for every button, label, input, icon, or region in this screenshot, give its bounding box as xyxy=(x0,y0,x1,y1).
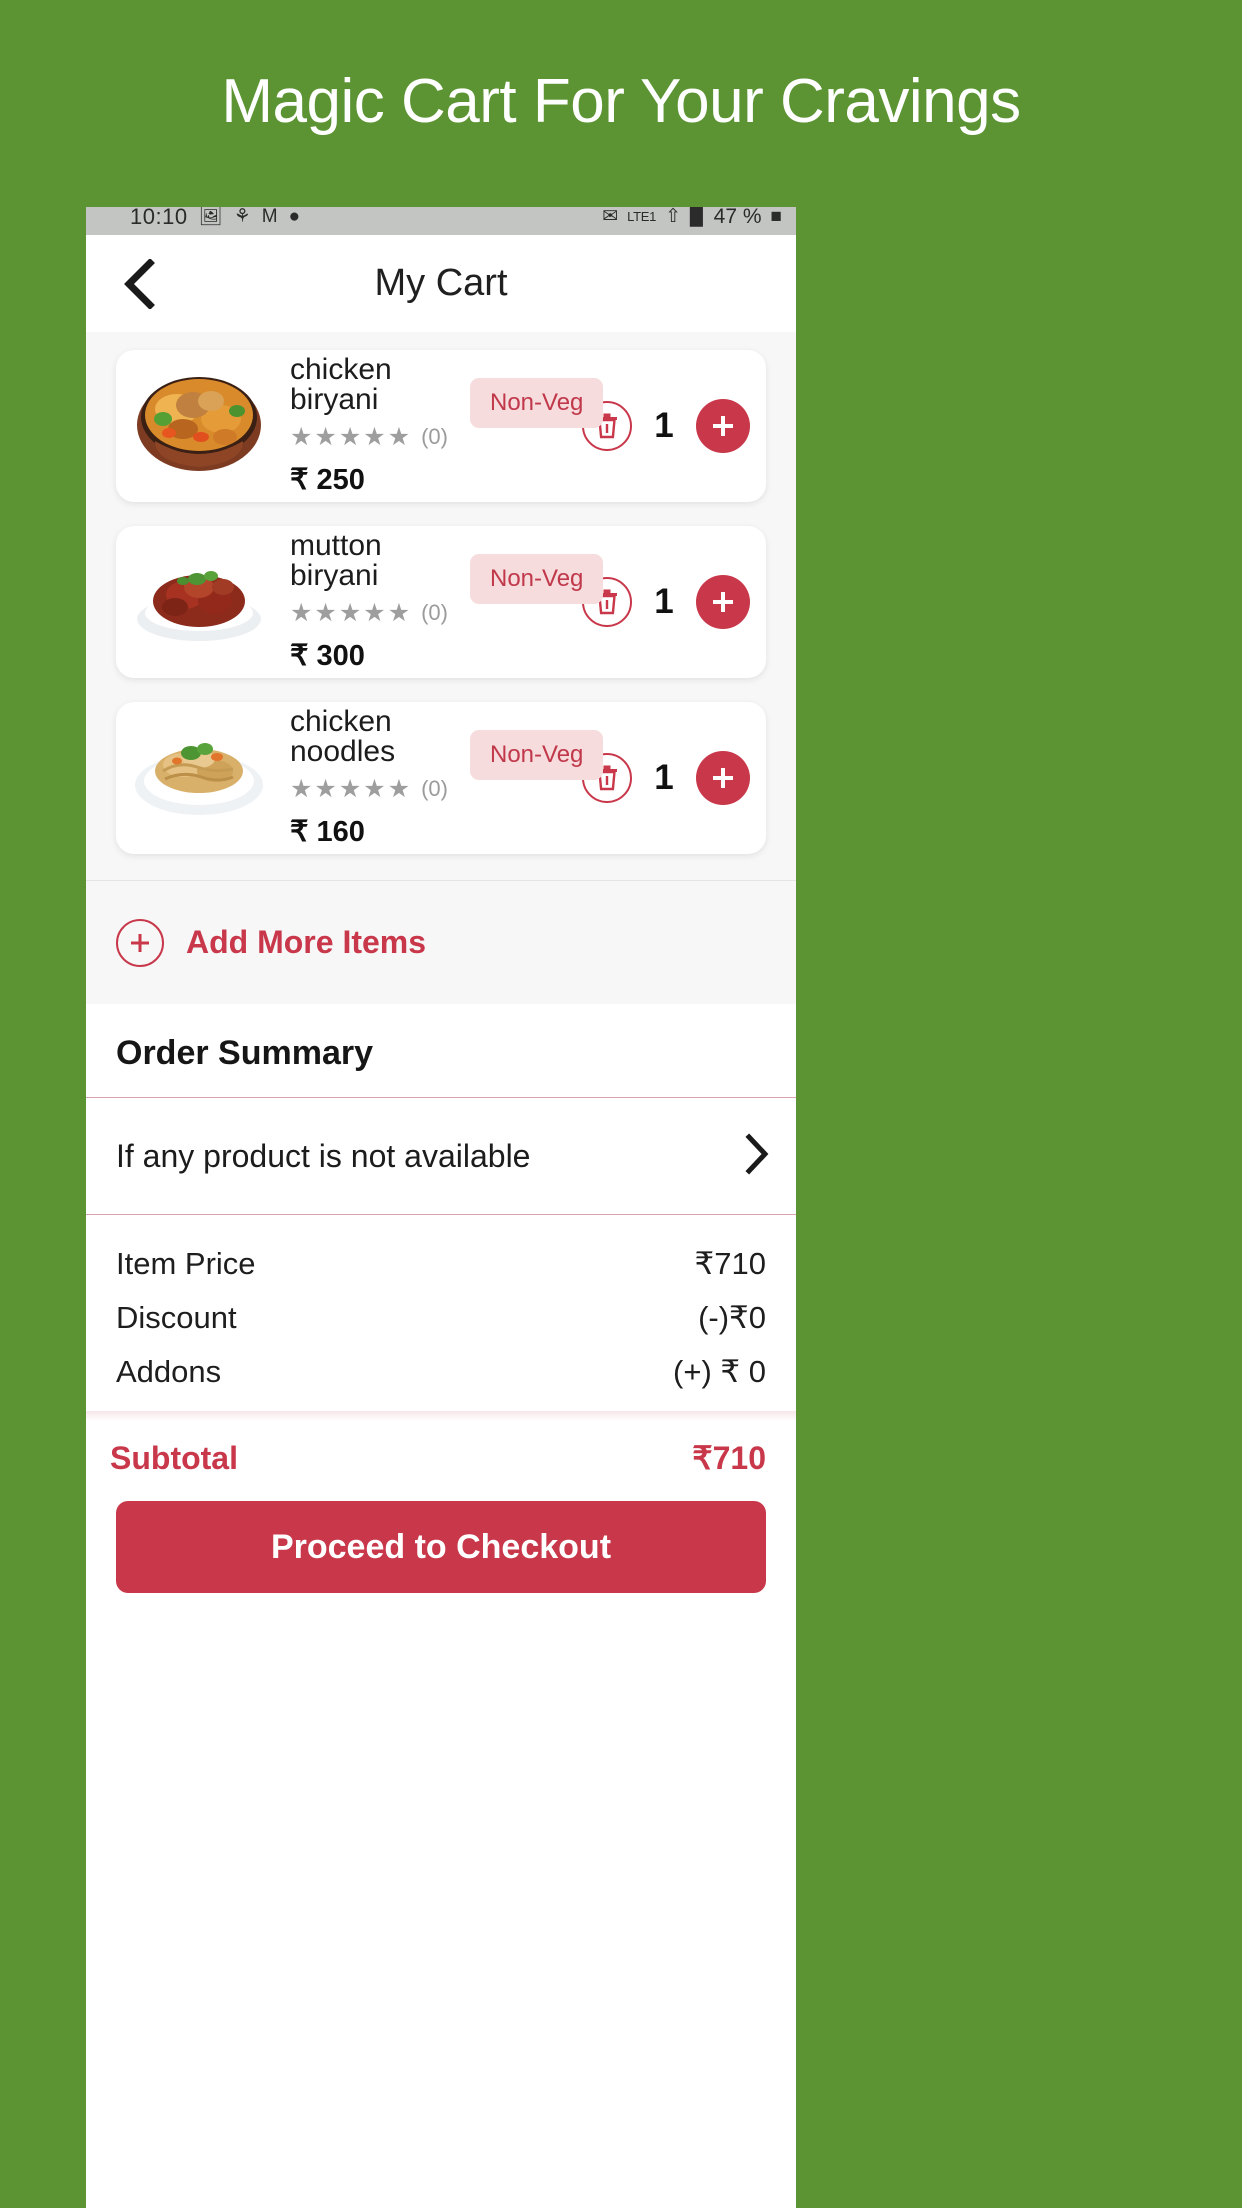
rating-count: (0) xyxy=(421,600,448,625)
cart-item-name: chicken biryani xyxy=(290,353,392,416)
cart-item-info: mutton biryani ★ ★ ★ ★ ★ (0) ₹ 300 Non-V… xyxy=(274,531,604,672)
total-row-item-price: Item Price ₹710 xyxy=(116,1237,766,1291)
chevron-left-icon xyxy=(124,258,155,309)
message-icon: ✉ xyxy=(602,207,619,227)
quantity-stepper: 1 xyxy=(582,399,750,453)
cart-item-row[interactable]: mutton biryani ★ ★ ★ ★ ★ (0) ₹ 300 Non-V… xyxy=(116,526,766,678)
star-icon: ★ xyxy=(314,422,337,451)
battery-icon: ■ xyxy=(770,207,782,227)
product-not-available-row[interactable]: If any product is not available xyxy=(86,1097,796,1215)
cart-item-quantity: 1 xyxy=(654,582,674,621)
phone-screenshot-frame: 10:10 🖼 ⚘ M ● ✉ LTE1 ⇧ ▉ 47 % ■ My Cart xyxy=(86,207,796,2208)
cart-item-price: ₹ 250 xyxy=(290,464,365,496)
cart-items-list: chicken biryani ★ ★ ★ ★ ★ (0) ₹ 250 Non-… xyxy=(86,332,796,880)
dot-icon: ● xyxy=(288,207,301,227)
rating-count: (0) xyxy=(421,424,448,449)
mutton-curry-plate-image xyxy=(124,542,274,662)
non-veg-badge: Non-Veg xyxy=(470,730,604,780)
star-icon: ★ xyxy=(387,774,411,803)
total-row-addons: Addons (+) ₹ 0 xyxy=(116,1345,766,1399)
add-more-items-label: Add More Items xyxy=(186,924,427,960)
subtotal-value: ₹710 xyxy=(692,1440,766,1476)
status-bar-clock: 10:10 xyxy=(130,207,188,229)
subtotal-divider xyxy=(86,1411,796,1421)
total-value: (+) ₹ 0 xyxy=(673,1354,766,1389)
total-row-discount: Discount (-)₹0 xyxy=(116,1291,766,1345)
gmail-icon: M xyxy=(261,207,278,227)
cart-item-name: chicken noodles xyxy=(290,705,396,768)
increase-quantity-button[interactable] xyxy=(696,751,750,805)
cart-item-row[interactable]: chicken biryani ★ ★ ★ ★ ★ (0) ₹ 250 Non-… xyxy=(116,350,766,502)
total-label: Item Price xyxy=(116,1246,256,1281)
non-veg-badge: Non-Veg xyxy=(470,378,604,428)
plus-icon xyxy=(713,768,733,788)
cart-item-info: chicken noodles ★ ★ ★ ★ ★ (0) ₹ 160 Non-… xyxy=(274,707,604,848)
cart-item-info: chicken biryani ★ ★ ★ ★ ★ (0) ₹ 250 Non-… xyxy=(274,355,604,496)
star-icon: ★ xyxy=(314,598,337,627)
total-value: ₹710 xyxy=(694,1246,766,1281)
star-icon: ★ xyxy=(290,774,313,803)
chicken-biryani-bowl-image xyxy=(124,366,274,486)
status-bar: 10:10 🖼 ⚘ M ● ✉ LTE1 ⇧ ▉ 47 % ■ xyxy=(86,207,796,235)
proceed-to-checkout-button[interactable]: Proceed to Checkout xyxy=(116,1501,766,1593)
chevron-right-icon xyxy=(744,1132,770,1180)
total-label: Addons xyxy=(116,1354,222,1389)
promo-headline: Magic Cart For Your Cravings xyxy=(221,67,1021,136)
plus-icon xyxy=(713,416,733,436)
star-icon: ★ xyxy=(363,774,386,803)
totals-list: Item Price ₹710 Discount (-)₹0 Addons (+… xyxy=(86,1215,796,1411)
plus-icon xyxy=(713,592,733,612)
quantity-stepper: 1 xyxy=(582,751,750,805)
cart-item-quantity: 1 xyxy=(654,758,674,797)
total-label: Discount xyxy=(116,1300,237,1335)
star-icon: ★ xyxy=(290,422,313,451)
order-summary-title: Order Summary xyxy=(86,1004,796,1097)
star-icon: ★ xyxy=(290,598,313,627)
cart-item-price: ₹ 160 xyxy=(290,816,365,848)
status-bar-right: ✉ LTE1 ⇧ ▉ 47 % ■ xyxy=(602,207,782,229)
cart-item-name: mutton biryani xyxy=(290,529,382,592)
star-icon: ★ xyxy=(314,774,337,803)
rating-count: (0) xyxy=(421,776,448,801)
chicken-noodles-plate-image xyxy=(124,718,274,838)
star-icon: ★ xyxy=(387,422,411,451)
star-icon: ★ xyxy=(338,422,362,451)
plus-circle-icon xyxy=(116,918,164,967)
star-icon: ★ xyxy=(338,774,362,803)
increase-quantity-button[interactable] xyxy=(696,575,750,629)
cart-item-quantity: 1 xyxy=(654,406,674,445)
star-icon: ★ xyxy=(387,598,411,627)
star-icon: ★ xyxy=(338,598,362,627)
cart-item-price: ₹ 300 xyxy=(290,640,365,672)
battery-percent: 47 % xyxy=(713,207,762,228)
network-label: LTE1 xyxy=(627,209,657,224)
signal-icon: ▉ xyxy=(690,207,705,227)
subtotal-row: Subtotal ₹710 xyxy=(86,1421,796,1493)
subtotal-label: Subtotal xyxy=(110,1439,238,1476)
star-icon: ★ xyxy=(363,422,386,451)
status-bar-left: 10:10 🖼 ⚘ M ● xyxy=(130,207,300,230)
vpn-icon: ⇧ xyxy=(665,207,682,227)
page-title: My Cart xyxy=(374,262,508,304)
increase-quantity-button[interactable] xyxy=(696,399,750,453)
app-bar: My Cart xyxy=(86,235,796,332)
non-veg-badge: Non-Veg xyxy=(470,554,604,604)
cart-item-row[interactable]: chicken noodles ★ ★ ★ ★ ★ (0) ₹ 160 Non-… xyxy=(116,702,766,854)
blossom-icon: ⚘ xyxy=(233,207,251,227)
total-value: (-)₹0 xyxy=(698,1300,766,1335)
back-button[interactable] xyxy=(100,258,178,309)
photo-icon: 🖼 xyxy=(198,207,223,227)
quantity-stepper: 1 xyxy=(582,575,750,629)
product-not-available-label: If any product is not available xyxy=(116,1137,531,1174)
add-more-items-button[interactable]: Add More Items xyxy=(86,880,796,1004)
star-icon: ★ xyxy=(363,598,386,627)
